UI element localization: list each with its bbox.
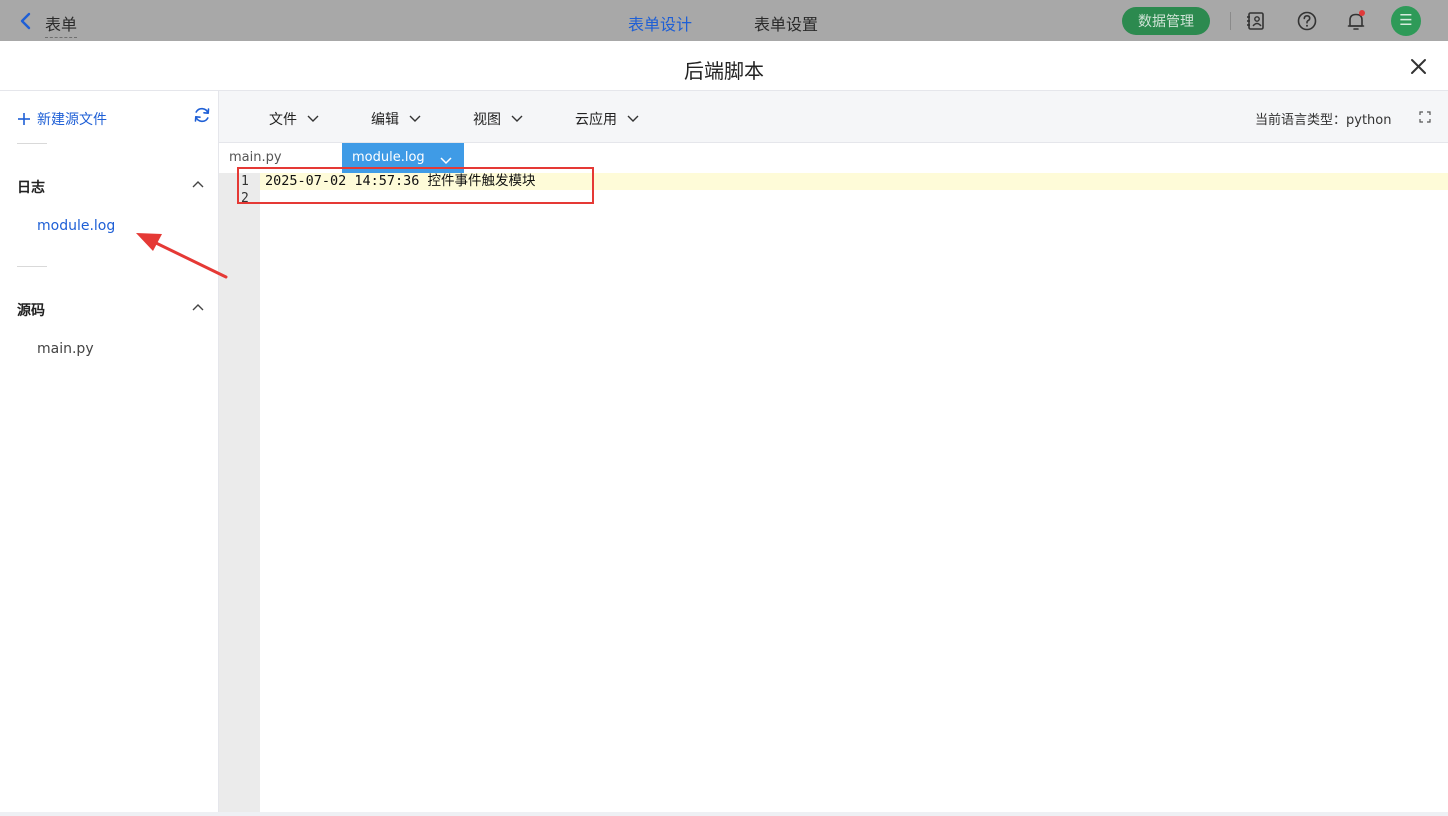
new-source-file-button[interactable]: 新建源文件 [17, 109, 107, 129]
section-title-log[interactable]: 日志 [17, 177, 45, 197]
file-sidebar: 新建源文件 日志 module.log 源码 main.py [0, 91, 219, 812]
fullscreen-icon[interactable] [1419, 111, 1431, 123]
refresh-icon[interactable] [193, 106, 211, 124]
sidebar-divider [17, 143, 47, 144]
editor-toolbar: 文件 编辑 视图 云应用 当前语言类型：python [219, 91, 1448, 143]
new-source-file-label: 新建源文件 [37, 112, 107, 128]
chevron-up-icon[interactable] [192, 303, 204, 311]
plus-icon [18, 113, 30, 125]
line-number-gutter: 1 2 [219, 173, 260, 812]
chevron-down-icon[interactable] [440, 157, 452, 165]
menu-edit[interactable]: 编辑 [371, 109, 421, 129]
chevron-down-icon [627, 115, 639, 122]
menu-file-label: 文件 [269, 112, 297, 128]
menu-cloud-app-label: 云应用 [575, 112, 617, 128]
menu-edit-label: 编辑 [371, 112, 399, 128]
notification-dot [1359, 10, 1365, 16]
toolbar-divider [1230, 12, 1231, 30]
data-manage-button[interactable]: 数据管理 [1122, 7, 1210, 35]
highlight-box-annotation [237, 167, 594, 204]
menu-view[interactable]: 视图 [473, 109, 523, 129]
sidebar-item-module-log[interactable]: module.log [37, 218, 115, 234]
chevron-up-icon[interactable] [192, 180, 204, 188]
menu-view-label: 视图 [473, 112, 501, 128]
chevron-down-icon [307, 115, 319, 122]
contacts-icon[interactable] [1245, 10, 1267, 32]
section-title-source[interactable]: 源码 [17, 300, 45, 320]
dialog-title: 后端脚本 [684, 59, 764, 83]
top-bar: 表单 表单设计 表单设置 数据管理 ☰ [0, 0, 1448, 41]
current-language-label: 当前语言类型：python [1255, 113, 1392, 128]
sidebar-item-main-py[interactable]: main.py [37, 341, 94, 357]
avatar[interactable]: ☰ [1391, 6, 1421, 36]
chevron-down-icon [409, 115, 421, 122]
dialog-header: 后端脚本 [0, 41, 1448, 91]
help-icon[interactable] [1296, 10, 1318, 32]
menu-cloud-app[interactable]: 云应用 [575, 109, 639, 129]
back-title[interactable]: 表单 [45, 11, 78, 38]
tab-module-log-label: module.log [352, 150, 425, 165]
chevron-down-icon [511, 115, 523, 122]
close-icon[interactable] [1410, 58, 1427, 75]
sidebar-divider [17, 266, 47, 267]
back-chevron-icon[interactable] [18, 12, 32, 30]
tab-form-design[interactable]: 表单设计 [628, 11, 692, 35]
bottom-strip [0, 812, 1448, 816]
tab-form-settings[interactable]: 表单设置 [754, 11, 818, 35]
menu-file[interactable]: 文件 [269, 109, 319, 129]
